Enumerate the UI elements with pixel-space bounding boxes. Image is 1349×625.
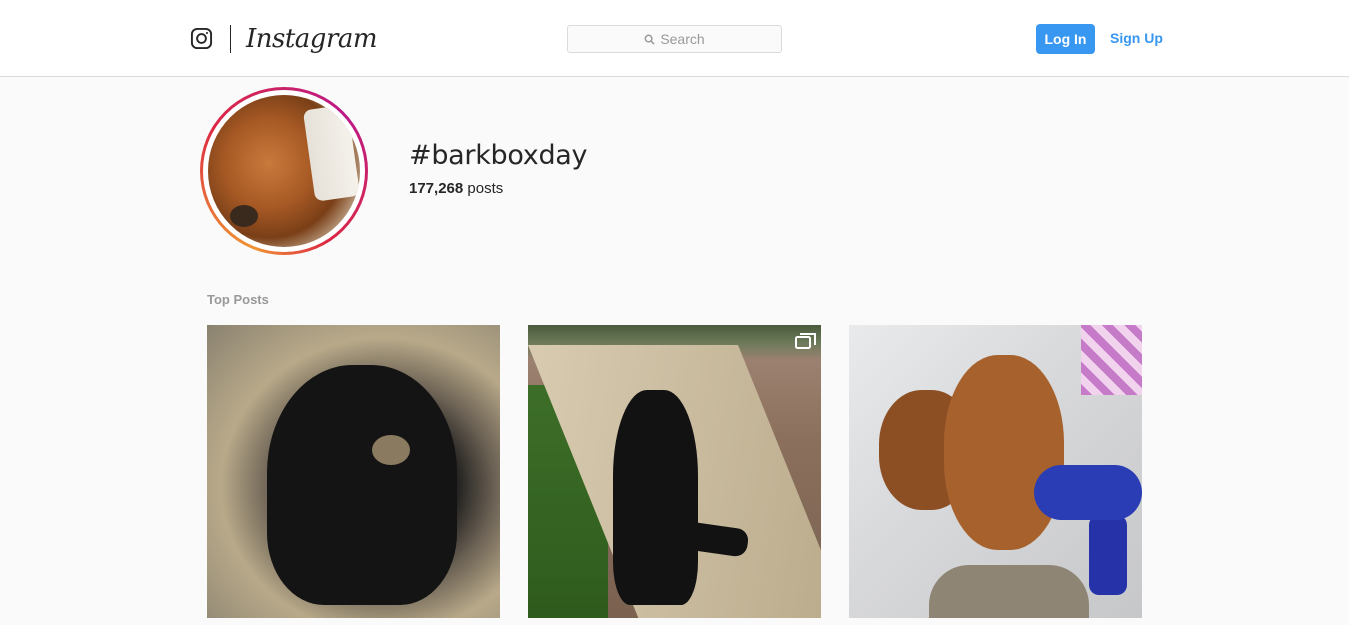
top-post-thumbnail-3[interactable] [849,325,1142,618]
log-in-button[interactable]: Log In [1036,24,1095,54]
search-icon [644,34,655,45]
sign-up-link[interactable]: Sign Up [1110,30,1163,46]
hashtag-avatar-ring [200,87,368,255]
carousel-icon [795,333,816,349]
top-navigation-bar: Instagram Search Log In Sign Up [0,0,1349,77]
search-placeholder: Search [660,31,705,47]
post-count-number: 177,268 [409,180,464,197]
top-post-thumbnail-2[interactable] [528,325,821,618]
post-count-suffix: posts [467,180,504,197]
top-posts-heading: Top Posts [207,292,269,307]
post-count: 177,268 posts [409,180,503,197]
search-box[interactable]: Search [567,25,782,53]
instagram-glyph-icon[interactable] [190,27,213,50]
brand-divider [230,25,231,53]
instagram-wordmark-logo[interactable]: Instagram [246,23,378,55]
hashtag-avatar-image [208,95,360,247]
hashtag-title: #barkboxday [409,140,588,171]
top-post-thumbnail-1[interactable] [207,325,500,618]
